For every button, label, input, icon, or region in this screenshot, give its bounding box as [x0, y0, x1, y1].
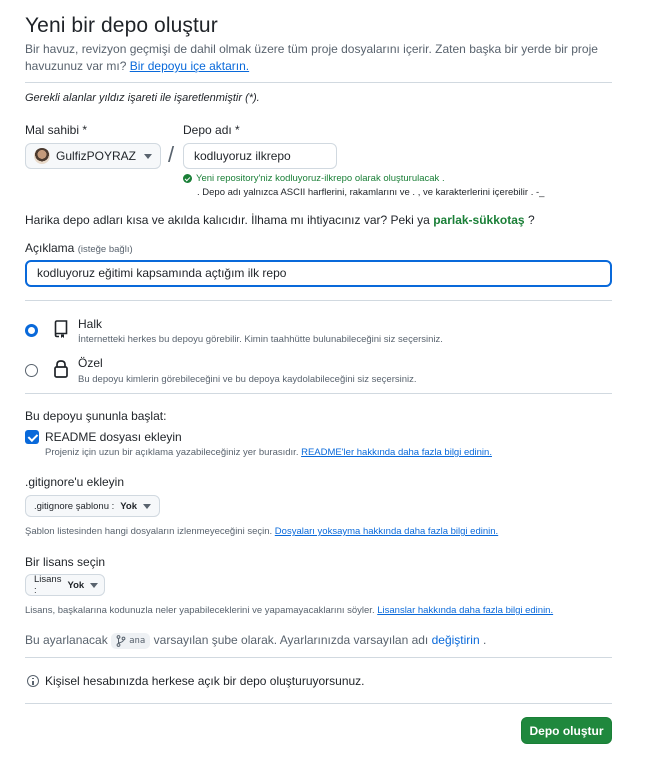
- lock-icon: [53, 359, 69, 384]
- required-note: Gerekli alanlar yıldız işareti ile işare…: [25, 92, 260, 104]
- gitignore-select[interactable]: .gitignore şablonu : Yok: [25, 495, 160, 517]
- gitignore-desc: Şablon listesinden hangi dosyaların izle…: [25, 526, 273, 537]
- page-title: Yeni bir depo oluştur: [25, 14, 218, 37]
- license-help: Lisans, başkalarına kodunuzla neler yapa…: [25, 605, 553, 616]
- description-label-text: Açıklama: [25, 241, 75, 255]
- name-tip: Harika depo adları kısa ve akılda kalıcı…: [25, 213, 535, 227]
- tip-text: Harika depo adları kısa ve akılda kalıcı…: [25, 213, 430, 227]
- name-suggestion[interactable]: parlak-sükkotaş: [433, 213, 524, 227]
- chevron-down-icon: [144, 153, 152, 159]
- divider: [25, 703, 612, 704]
- license-select[interactable]: Lisans : Yok: [25, 574, 105, 596]
- gitignore-help: Şablon listesinden hangi dosyaların izle…: [25, 526, 498, 537]
- owner-repo-separator: /: [168, 142, 175, 167]
- license-heading: Bir lisans seçin: [25, 555, 106, 569]
- change-default-branch-link[interactable]: değiştirin: [432, 633, 480, 647]
- license-learn-more-link[interactable]: Lisanslar hakkında daha fazla bilgi edin…: [377, 605, 553, 616]
- intro-text: Bir havuz, revizyon geçmişi de dahil olm…: [25, 41, 600, 75]
- owner-name: GulfizPOYRAZ: [56, 149, 137, 163]
- info-icon: [27, 675, 39, 687]
- repo-name-label: Depo adı *: [183, 123, 240, 137]
- tip-suffix: ?: [527, 213, 535, 227]
- readme-checkbox[interactable]: [25, 430, 39, 444]
- default-branch-note: Bu ayarlanacak ana varsayılan şube olara…: [25, 633, 486, 649]
- check-circle-icon: [183, 174, 192, 183]
- repo-available-message: Yeni repository'niz kodluyoruz-ilkrepo o…: [183, 173, 445, 184]
- branch-note-suffix: .: [482, 633, 487, 648]
- info-text: Kişisel hesabınızda herkese açık bir dep…: [45, 674, 365, 688]
- divider: [25, 300, 612, 301]
- chevron-down-icon: [143, 503, 151, 509]
- init-heading: Bu depoyu şununla başlat:: [25, 409, 167, 423]
- divider: [25, 82, 612, 83]
- readme-help: Projeniz için uzun bir açıklama yazabile…: [45, 447, 492, 458]
- owner-select-button[interactable]: GulfizPOYRAZ: [25, 143, 161, 169]
- private-radio[interactable]: [25, 364, 38, 377]
- avatar: [34, 148, 50, 164]
- description-input[interactable]: kodluyoruz eğitimi kapsamında açtığım il…: [25, 260, 612, 287]
- readme-desc: Projeniz için uzun bir açıklama yazabile…: [45, 447, 299, 458]
- private-description: Bu depoyu kimlerin görebileceğini ve bu …: [78, 374, 417, 385]
- public-repo-info: Kişisel hesabınızda herkese açık bir dep…: [27, 674, 365, 688]
- repo-ascii-note: . Depo adı yalnızca ASCII harflerini, ra…: [197, 187, 545, 198]
- git-branch-icon: [116, 635, 126, 647]
- description-optional: (isteğe bağlı): [77, 244, 133, 255]
- branch-name: ana: [129, 636, 146, 646]
- gitignore-heading: .gitignore'u ekleyin: [25, 475, 125, 489]
- import-repo-link[interactable]: Bir depoyu içe aktarın.: [130, 59, 249, 73]
- public-description: İnternetteki herkes bu depoyu görebilir.…: [78, 334, 443, 345]
- public-title: Halk: [78, 317, 103, 331]
- intro-description: Bir havuz, revizyon geçmişi de dahil olm…: [25, 42, 598, 73]
- gitignore-select-value: Yok: [120, 500, 137, 512]
- public-radio[interactable]: [25, 324, 38, 337]
- readme-label[interactable]: README dosyası ekleyin: [45, 430, 182, 444]
- divider: [25, 657, 612, 658]
- readme-learn-more-link[interactable]: README'ler hakkında daha fazla bilgi edi…: [301, 447, 492, 458]
- create-repository-button[interactable]: Depo oluştur: [521, 717, 612, 744]
- repo-name-input[interactable]: kodluyoruz ilkrepo: [183, 143, 337, 169]
- private-title: Özel: [78, 356, 103, 370]
- branch-note-middle: varsayılan şube olarak. Ayarlarınızda va…: [153, 633, 429, 648]
- gitignore-select-prefix: .gitignore şablonu :: [34, 500, 115, 512]
- branch-note-prefix: Bu ayarlanacak: [25, 633, 108, 648]
- license-select-prefix: Lisans :: [34, 574, 62, 596]
- repo-available-text: Yeni repository'niz kodluyoruz-ilkrepo o…: [196, 173, 445, 184]
- license-select-value: Yok: [67, 579, 85, 591]
- chevron-down-icon: [90, 582, 99, 588]
- owner-label: Mal sahibi *: [25, 123, 88, 137]
- license-desc: Lisans, başkalarına kodunuzla neler yapa…: [25, 605, 375, 616]
- repo-book-icon: [53, 320, 69, 343]
- divider: [25, 393, 612, 394]
- branch-name-pill: ana: [111, 633, 151, 649]
- description-label: Açıklama (isteğe bağlı): [25, 241, 133, 255]
- gitignore-learn-more-link[interactable]: Dosyaları yoksayma hakkında daha fazla b…: [275, 526, 498, 537]
